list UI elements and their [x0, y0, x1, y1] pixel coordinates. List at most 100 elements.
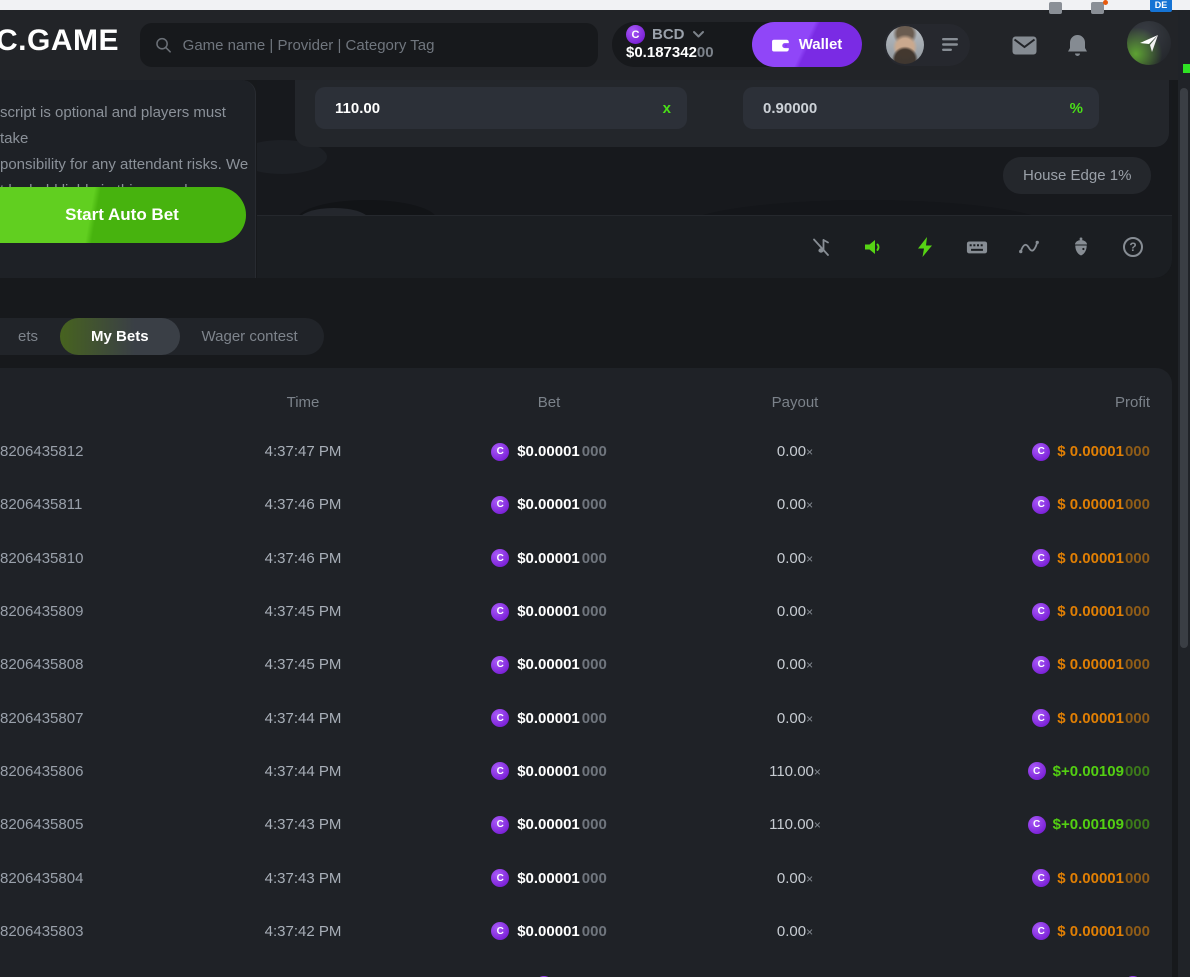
bet-amount: $0.00001: [517, 603, 580, 620]
profit-amount-sub: 000: [1125, 550, 1150, 567]
time-cell: 4:37:43 PM: [200, 816, 406, 833]
table-row[interactable]: 82064358104:37:46 PMC$0.000010000.00×C$ …: [0, 532, 1172, 585]
payout-multiplier-sign: ×: [806, 445, 813, 459]
bet-amount-sub: 000: [582, 923, 607, 940]
time-cell: 4:37:44 PM: [200, 763, 406, 780]
payout-value: 0.00: [777, 443, 806, 460]
site-logo[interactable]: C.GAME: [0, 24, 119, 58]
bet-amount: $0.00001: [517, 816, 580, 833]
wallet-group: C BCD $0.18734200 Wallet: [612, 22, 862, 67]
scrollbar-thumb[interactable]: [1180, 88, 1188, 648]
profit-amount-sub: 000: [1125, 763, 1150, 780]
rank-list-icon: [942, 38, 960, 52]
bcd-coin-icon: C: [491, 496, 509, 514]
hotkeys-keyboard-icon[interactable]: [966, 236, 988, 258]
user-avatar[interactable]: [886, 26, 924, 64]
profit-amount-sub: 000: [1125, 923, 1150, 940]
bcd-coin-icon: C: [1032, 443, 1050, 461]
table-row[interactable]: 82064358114:37:46 PMC$0.000010000.00×C$ …: [0, 478, 1172, 531]
payout-value: 110.00: [769, 763, 814, 780]
profit-amount-sub: 000: [1125, 710, 1150, 727]
chevron-down-icon: [692, 30, 705, 39]
seeds-acorn-icon[interactable]: [1070, 236, 1092, 258]
notifications-bell-icon[interactable]: [1066, 34, 1089, 58]
table-row[interactable]: 82064358094:37:45 PMC$0.000010000.00×C$ …: [0, 585, 1172, 638]
chat-panel-edge: [1183, 64, 1190, 73]
multiplier-suffix: x: [663, 100, 671, 117]
time-cell: 4:37:46 PM: [200, 550, 406, 567]
disclaimer-line: ponsibility for any attendant risks. We: [0, 152, 250, 178]
table-row[interactable]: 82064358064:37:44 PMC$0.00001000110.00×C…: [0, 745, 1172, 798]
tab-wager-contest[interactable]: Wager contest: [180, 318, 320, 355]
payout-multiplier-sign: ×: [814, 818, 821, 832]
game-canvas-area: x % House Edge 1%: [257, 80, 1172, 278]
payout-cell: 0.00×: [692, 656, 898, 673]
tab-all-bets[interactable]: ets: [0, 318, 60, 355]
game-search-bar[interactable]: [140, 23, 598, 67]
payout-value: 110.00: [769, 816, 814, 833]
table-row[interactable]: CC: [0, 958, 1172, 977]
currency-code: BCD: [652, 26, 685, 43]
bet-cell: C$0.00001000: [406, 762, 692, 780]
table-row[interactable]: 82064358044:37:43 PMC$0.000010000.00×C$ …: [0, 851, 1172, 904]
bet-cell: C$0.00001000: [406, 922, 692, 940]
music-off-icon[interactable]: [810, 236, 832, 258]
bet-id-cell: 8206435808: [0, 656, 200, 673]
payout-multiplier-sign: ×: [806, 925, 813, 939]
table-row[interactable]: 82064358054:37:43 PMC$0.00001000110.00×C…: [0, 798, 1172, 851]
bet-cell: C$0.00001000: [406, 869, 692, 887]
payout-multiplier-sign: ×: [806, 658, 813, 672]
payout-value: 0.00: [777, 870, 806, 887]
payout-input[interactable]: [335, 100, 655, 117]
profit-amount: $ 0.00001: [1057, 496, 1124, 513]
bet-cell: C$0.00001000: [406, 656, 692, 674]
payout-cell: 110.00×: [692, 763, 898, 780]
extension-notification-dot: [1103, 0, 1108, 5]
bet-amount: $0.00001: [517, 870, 580, 887]
start-auto-bet-button[interactable]: Start Auto Bet: [0, 187, 246, 243]
bcd-coin-icon: C: [491, 443, 509, 461]
bet-settings-strip: x %: [295, 80, 1169, 147]
payout-value: 0.00: [777, 603, 806, 620]
profile-menu[interactable]: [884, 24, 970, 66]
table-row[interactable]: 82064358084:37:45 PMC$0.000010000.00×C$ …: [0, 638, 1172, 691]
chat-toggle-button[interactable]: [1127, 21, 1171, 65]
search-icon: [154, 35, 173, 55]
bcd-coin-icon: C: [1032, 709, 1050, 727]
bet-cell: C$0.00001000: [406, 496, 692, 514]
win-chance-input[interactable]: [763, 100, 1062, 117]
bet-amount: $0.00001: [517, 710, 580, 727]
help-icon[interactable]: ?: [1122, 236, 1144, 258]
profit-amount-sub: 000: [1125, 443, 1150, 460]
bet-amount-sub: 000: [582, 443, 607, 460]
auto-bet-panel: script is optional and players must take…: [0, 80, 256, 278]
bcd-coin-icon: C: [491, 549, 509, 567]
sound-icon[interactable]: [862, 236, 884, 258]
payout-input-field[interactable]: x: [315, 87, 687, 129]
table-row[interactable]: 82064358074:37:44 PMC$0.000010000.00×C$ …: [0, 691, 1172, 744]
search-input[interactable]: [183, 37, 584, 54]
profit-amount-sub: 000: [1125, 496, 1150, 513]
payout-cell: 0.00×: [692, 870, 898, 887]
wallet-button[interactable]: Wallet: [752, 22, 862, 67]
currency-selector[interactable]: C BCD $0.18734200: [626, 25, 714, 61]
trends-icon[interactable]: [1018, 236, 1040, 258]
tab-my-bets[interactable]: My Bets: [60, 318, 180, 355]
payout-value: 0.00: [777, 496, 806, 513]
browser-toolbar-strip: DE: [0, 0, 1190, 10]
bet-amount: $0.00001: [517, 443, 580, 460]
profit-amount: $ 0.00001: [1057, 603, 1124, 620]
win-chance-input-field[interactable]: %: [743, 87, 1099, 129]
page-scrollbar[interactable]: [1178, 10, 1190, 977]
translate-de-badge[interactable]: DE: [1150, 0, 1172, 12]
bet-cell: C$0.00001000: [406, 709, 692, 727]
table-row[interactable]: 82064358124:37:47 PMC$0.000010000.00×C$ …: [0, 425, 1172, 478]
bcd-coin-icon: C: [1032, 603, 1050, 621]
bet-amount: $0.00001: [517, 923, 580, 940]
mail-icon[interactable]: [1012, 36, 1037, 55]
turbo-bolt-icon[interactable]: [914, 236, 936, 258]
browser-extension-icon[interactable]: [1091, 2, 1104, 14]
table-row[interactable]: 82064358034:37:42 PMC$0.000010000.00×C$ …: [0, 905, 1172, 958]
game-toolbar: ?: [257, 215, 1172, 278]
browser-extension-icon[interactable]: [1049, 2, 1062, 14]
